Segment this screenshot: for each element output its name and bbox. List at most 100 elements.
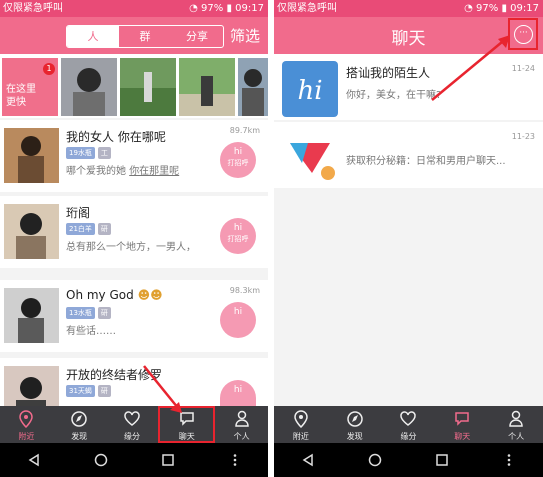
user-tags: 13水瓶 研 [66, 307, 111, 319]
nav-profile[interactable]: 个人 [489, 406, 543, 443]
user-list-item[interactable]: 我的女人 你在哪呢 19水瓶 工 哪个爱我的她 你在那里呢 89.7km hi … [0, 120, 268, 192]
back-triangle-icon [28, 453, 39, 467]
svg-text:hi: hi [297, 76, 322, 106]
user-bio-underlined: 你在那里呢 [129, 166, 180, 177]
tab-people[interactable]: 人 [67, 26, 119, 47]
featured-photo-2[interactable] [120, 58, 176, 116]
annotation-arrow-icon [143, 365, 182, 413]
nav-label: 发现 [346, 432, 363, 441]
chat-preview: 获取积分秘籍：日常和男用户聊天... [346, 156, 506, 167]
nav-match[interactable]: 缘分 [382, 406, 436, 443]
user-bio: 哪个爱我的她 你在那里呢 [66, 162, 179, 177]
nav-discover[interactable]: 发现 [53, 406, 106, 443]
left-header: 人 群 分享 筛选 [0, 17, 268, 54]
back-button[interactable] [274, 443, 341, 477]
nav-label: 个人 [508, 432, 525, 441]
recents-square-icon [436, 454, 448, 466]
filter-button[interactable]: 筛选 [230, 25, 260, 46]
nav-profile[interactable]: 个人 [215, 406, 268, 443]
person-icon [234, 410, 249, 427]
nav-discover[interactable]: 发现 [328, 406, 382, 443]
android-system-bar [274, 443, 543, 477]
user-name: Oh my God ☻☻ [66, 288, 163, 302]
carrier-text: 仅限紧急呼叫 [277, 3, 337, 14]
banner-line-2: 更快 [6, 97, 26, 108]
greet-button[interactable]: hi [220, 302, 256, 338]
recents-button[interactable] [409, 443, 476, 477]
nav-nearby[interactable]: 附近 [0, 406, 53, 443]
tab-groups[interactable]: 群 [119, 26, 171, 47]
chat-name: 搭讪我的陌生人 [346, 66, 431, 80]
back-button[interactable] [0, 443, 67, 477]
emoji-icon: ☻☻ [137, 288, 163, 302]
hi-stranger-avatar: hi [282, 61, 338, 117]
bottom-nav: 附近 发现 缘分 聊天 个人 [0, 406, 268, 443]
user-tags: 31天蝎 研 [66, 385, 111, 397]
greet-button[interactable]: hi 打招呼 [220, 142, 256, 178]
home-circle-icon [94, 453, 107, 467]
greet-label: 打招呼 [227, 159, 249, 167]
nav-label: 个人 [233, 432, 250, 441]
nav-chat[interactable]: 聊天 [435, 406, 489, 443]
job-tag: 研 [97, 385, 111, 397]
greet-hi-icon: hi [233, 307, 243, 317]
status-bar: 仅限紧急呼叫 ◔ 97% ▮ 09:17 [0, 0, 268, 17]
greet-button[interactable]: hi [220, 380, 256, 406]
battery-icon: ▮ [226, 3, 232, 14]
user-avatar [4, 128, 59, 183]
tab-share[interactable]: 分享 [171, 26, 223, 47]
nav-nearby[interactable]: 附近 [274, 406, 328, 443]
user-avatar [4, 288, 59, 343]
home-button[interactable] [341, 443, 408, 477]
greet-hi-icon: hi [233, 147, 243, 157]
location-pin-icon [294, 410, 308, 428]
recents-button[interactable] [134, 443, 201, 477]
user-list-item[interactable]: 开放的终结者修罗 31天蝎 研 hi [0, 358, 268, 421]
home-button[interactable] [67, 443, 134, 477]
distance-label: 89.7km [229, 126, 260, 135]
battery-icon: ▮ [501, 3, 507, 14]
more-dots-icon: ··· [514, 25, 533, 44]
job-tag: 工 [97, 147, 111, 159]
menu-button[interactable] [476, 443, 543, 477]
chat-list-item[interactable]: 获取积分秘籍：日常和男用户聊天... 11-23 [274, 122, 543, 188]
nav-label: 发现 [71, 432, 88, 441]
status-bar: 仅限紧急呼叫 ◔ 97% ▮ 09:17 [274, 0, 543, 17]
nav-label: 缘分 [123, 432, 140, 441]
age-zodiac-tag: 21白羊 [66, 223, 95, 235]
nav-label: 附近 [18, 432, 35, 441]
promo-banner[interactable]: 1 在这里 更快 [2, 58, 58, 116]
user-avatar [4, 204, 59, 259]
menu-button[interactable] [201, 443, 268, 477]
user-list-item[interactable]: Oh my God ☻☻ 13水瓶 研 有些话…… 98.3km hi [0, 280, 268, 352]
featured-photo-1[interactable] [61, 58, 117, 116]
overflow-dots-icon [233, 454, 236, 466]
featured-photo-4[interactable] [238, 58, 268, 116]
person-icon [509, 410, 523, 427]
wifi-icon: ◔ [464, 3, 473, 14]
user-tags: 21白羊 研 [66, 223, 111, 235]
greet-button[interactable]: hi 打招呼 [220, 218, 256, 254]
greet-label: 打招呼 [227, 235, 249, 243]
chat-bubble-icon [455, 412, 470, 426]
clock-text: 09:17 [510, 3, 539, 14]
user-name: 珩阁 [66, 206, 91, 220]
age-zodiac-tag: 13水瓶 [66, 307, 95, 319]
age-zodiac-tag: 19水瓶 [66, 147, 95, 159]
user-tags: 19水瓶 工 [66, 147, 111, 159]
user-name-text: Oh my God [66, 288, 134, 302]
segment-tabs: 人 群 分享 [66, 25, 224, 48]
annotation-arrow-icon [431, 35, 510, 101]
nav-label: 缘分 [400, 432, 417, 441]
user-bio-prefix: 哪个爱我的她 [66, 166, 126, 177]
carrier-text: 仅限紧急呼叫 [3, 3, 63, 14]
battery-text: 97% [201, 3, 224, 14]
featured-photo-3[interactable] [179, 58, 235, 116]
distance-label: 98.3km [229, 286, 260, 295]
wifi-icon: ◔ [189, 3, 198, 14]
location-pin-icon [19, 410, 34, 428]
nav-label: 聊天 [454, 432, 471, 441]
nav-label: 聊天 [178, 432, 195, 441]
home-circle-icon [368, 453, 382, 467]
user-list-item[interactable]: 珩阁 21白羊 研 总有那么一个地方，一男人， hi 打招呼 [0, 196, 268, 268]
